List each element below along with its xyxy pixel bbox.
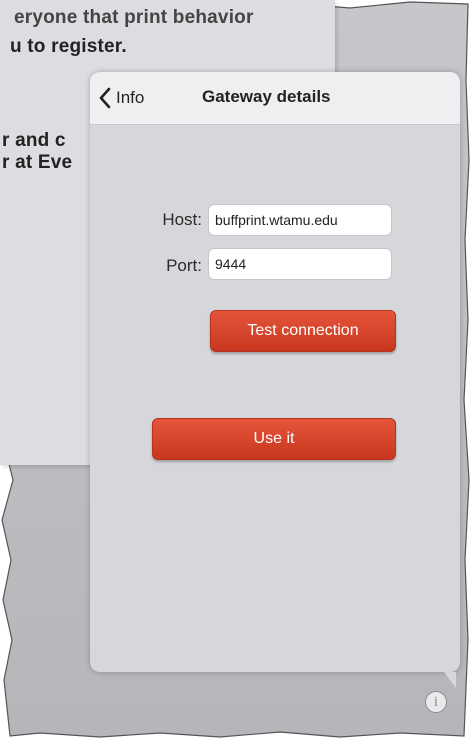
back-button[interactable]: Info <box>98 84 144 112</box>
back-button-label: Info <box>116 88 145 107</box>
test-connection-label: Test connection <box>247 322 359 339</box>
test-connection-button[interactable]: Test connection <box>210 310 396 352</box>
info-icon[interactable]: i <box>425 691 447 713</box>
screenshot-frame: eryone that print behavior u to register… <box>0 0 471 738</box>
port-input[interactable] <box>208 248 392 280</box>
popover-header: Info Gateway details <box>90 72 460 125</box>
use-it-button[interactable]: Use it <box>152 418 396 460</box>
port-label: Port: <box>166 256 202 275</box>
background-text-line: eryone that print behavior <box>14 7 254 28</box>
gateway-details-popover: Info Gateway details Host: Port: Test co… <box>90 72 460 672</box>
popover-pointer <box>444 672 456 688</box>
background-text-line: r and c <box>2 130 66 151</box>
host-label: Host: <box>162 210 202 229</box>
host-input[interactable] <box>208 204 392 236</box>
popover-title: Gateway details <box>202 87 331 106</box>
background-text-line: r at Eve <box>2 152 73 173</box>
use-it-label: Use it <box>253 430 295 447</box>
background-text-line: u to register. <box>10 36 127 57</box>
chevron-left-icon <box>99 87 111 109</box>
